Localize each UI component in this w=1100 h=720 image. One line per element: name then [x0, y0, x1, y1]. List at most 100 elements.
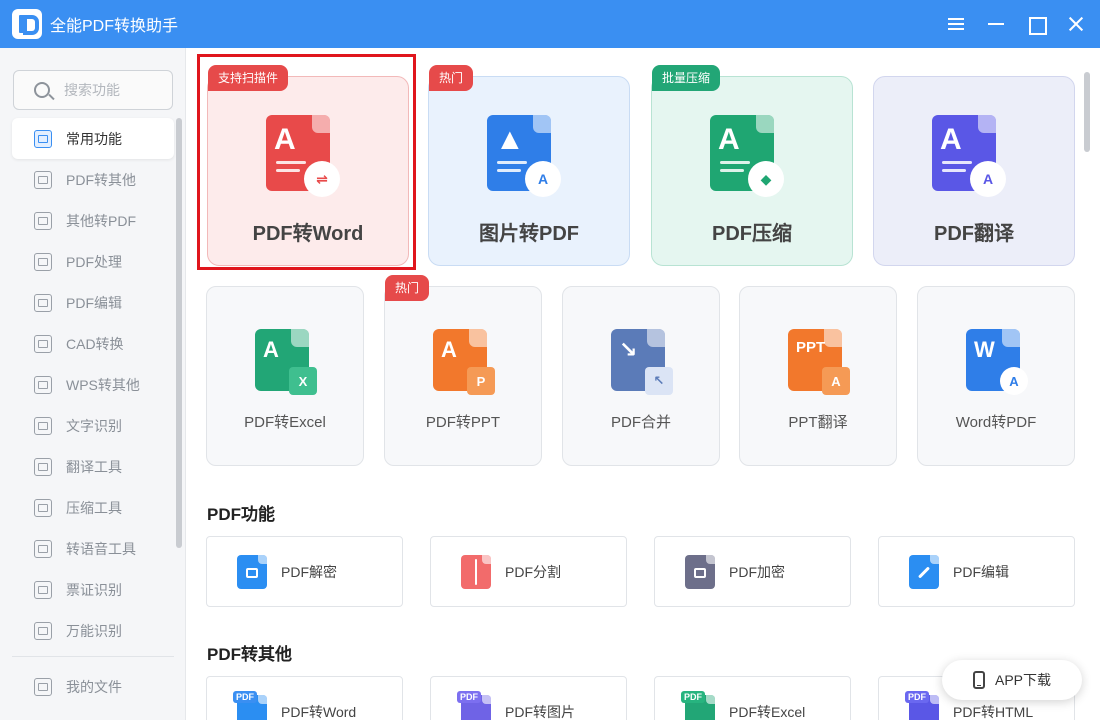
pdf-to-excel-icon: A X	[255, 329, 317, 395]
sidebar-item-label: 文字识别	[66, 417, 122, 434]
tool-pdf-split[interactable]: PDF分割	[430, 536, 627, 607]
sidebar-item-label: 万能识别	[66, 622, 122, 639]
tool-pdf-to-excel[interactable]: PDF PDF转Excel	[654, 676, 851, 720]
sidebar-item-universal-ocr[interactable]: 万能识别	[12, 610, 174, 651]
pdf-convert-icon	[34, 170, 52, 189]
badge-hot: 热门	[385, 275, 430, 301]
card-pdf-to-ppt[interactable]: 热门 A P PDF转PPT	[384, 275, 542, 466]
card-ppt-translate[interactable]: PPT A PPT翻译	[739, 286, 897, 466]
tool-label: PDF转Excel	[729, 703, 806, 720]
sidebar-item-my-files[interactable]: 我的文件	[12, 666, 174, 707]
card-pdf-translate[interactable]: A A PDF翻译	[873, 76, 1075, 266]
sidebar-item-tts[interactable]: 转语音工具	[12, 528, 174, 569]
tool-pdf-to-word[interactable]: PDF PDF转Word	[206, 676, 403, 720]
translate-icon	[34, 457, 52, 476]
grid-icon	[34, 129, 52, 148]
doc-shape: ▲ A	[487, 115, 561, 197]
sidebar-item-label: 我的文件	[66, 678, 122, 695]
pdf-image-icon: PDF	[457, 690, 491, 720]
tool-label: PDF解密	[281, 563, 337, 580]
image-to-pdf-icon: ▲ A	[487, 115, 561, 197]
card-label: PDF翻译	[934, 223, 1014, 245]
sidebar-item-pdf-to-other[interactable]: PDF转其他	[12, 159, 174, 200]
sidebar-item-translate[interactable]: 翻译工具	[12, 446, 174, 487]
folder-icon	[34, 677, 52, 696]
tool-label: PDF转Word	[281, 703, 357, 720]
main-scrollbar[interactable]	[1084, 72, 1090, 152]
search-box[interactable]	[13, 70, 173, 110]
window-controls	[946, 0, 1086, 48]
sidebar-item-compress[interactable]: 压缩工具	[12, 487, 174, 528]
sidebar-item-label: PDF转其他	[66, 171, 136, 188]
zip-icon	[34, 498, 52, 517]
sidebar-item-pdf-process[interactable]: PDF处理	[12, 241, 174, 282]
doc-shape: A A	[932, 115, 1006, 197]
tool-pdf-decrypt[interactable]: PDF解密	[206, 536, 403, 607]
sidebar-item-label: 压缩工具	[66, 499, 122, 516]
pdf-merge-icon: ↘ ↖	[611, 329, 673, 395]
card-label: PPT翻译	[788, 414, 848, 431]
card-pdf-merge[interactable]: ↘ ↖ PDF合并	[562, 286, 720, 466]
ppt-translate-icon: PPT A	[788, 329, 850, 395]
sidebar-item-label: PDF处理	[66, 253, 122, 270]
doc-shape: A ◆	[710, 115, 784, 197]
sidebar-item-pdf-edit[interactable]: PDF编辑	[12, 282, 174, 323]
card-label: 图片转PDF	[479, 223, 579, 245]
maximize-icon[interactable]	[1026, 14, 1047, 35]
minimize-icon[interactable]	[986, 14, 1006, 34]
text-ocr-icon	[34, 416, 52, 435]
sidebar-item-common[interactable]: 常用功能	[12, 118, 174, 159]
sidebar-nav: 常用功能 PDF转其他 其他转PDF PDF处理 PDF编辑 CAD转换 WPS…	[12, 118, 174, 651]
card-pdf-compress[interactable]: 批量压缩 A ◆ PDF压缩	[651, 65, 853, 266]
search-icon	[34, 82, 50, 98]
close-icon[interactable]	[1066, 14, 1086, 34]
sidebar-my-files: 我的文件	[12, 666, 174, 707]
tool-pdf-to-image[interactable]: PDF PDF转图片	[430, 676, 627, 720]
doc-shape: W A	[966, 329, 1028, 395]
search-input[interactable]	[64, 82, 164, 98]
sidebar-item-label: PDF编辑	[66, 294, 122, 311]
pencil-icon	[909, 554, 939, 589]
unlock-icon	[237, 554, 267, 589]
pdf-excel-icon: PDF	[681, 690, 715, 720]
cad-icon	[34, 334, 52, 353]
tool-label: PDF加密	[729, 563, 785, 580]
pdf-html-icon: PDF	[905, 690, 939, 720]
sidebar-item-label: 常用功能	[66, 130, 122, 147]
sidebar-item-other-to-pdf[interactable]: 其他转PDF	[12, 200, 174, 241]
title-bar: 全能PDF转换助手	[0, 0, 1100, 48]
app-download-button[interactable]: APP下载	[942, 660, 1082, 700]
doc-shape: PPT A	[788, 329, 850, 395]
card-label: PDF合并	[610, 414, 671, 431]
wps-icon	[34, 375, 52, 394]
sidebar-item-wps[interactable]: WPS转其他	[12, 364, 174, 405]
pdf-process-icon	[34, 252, 52, 271]
sidebar-item-ocr[interactable]: 文字识别	[12, 405, 174, 446]
pdf-to-ppt-icon: A P	[433, 329, 495, 395]
phone-icon	[972, 671, 985, 689]
app-title: 全能PDF转换助手	[50, 18, 179, 35]
pdf-edit-icon	[34, 293, 52, 312]
sidebar-item-ticket-ocr[interactable]: 票证识别	[12, 569, 174, 610]
sidebar-item-label: 其他转PDF	[66, 212, 136, 229]
tool-pdf-edit[interactable]: PDF编辑	[878, 536, 1075, 607]
badge-hot: 热门	[429, 65, 474, 91]
ticket-icon	[34, 580, 52, 599]
sidebar-item-label: 转语音工具	[66, 540, 136, 557]
menu-icon[interactable]	[946, 14, 966, 34]
pdf-compress-icon: A ◆	[710, 115, 784, 197]
sidebar-item-cad[interactable]: CAD转换	[12, 323, 174, 364]
main-content: 支持扫描件 A ⇌ PDF转Word 热门 ▲ A 图片转PDF 批量压缩 A …	[187, 48, 1100, 720]
card-pdf-to-excel[interactable]: A X PDF转Excel	[206, 286, 364, 466]
card-image-to-pdf[interactable]: 热门 ▲ A 图片转PDF	[428, 65, 630, 266]
sidebar-item-label: 翻译工具	[66, 458, 122, 475]
sidebar-item-label: WPS转其他	[66, 376, 140, 393]
card-label: PDF压缩	[712, 223, 792, 245]
badge-batch-compress: 批量压缩	[652, 65, 721, 91]
sidebar-scrollbar[interactable]	[176, 118, 182, 548]
card-label: PDF转PPT	[425, 414, 501, 431]
tool-pdf-encrypt[interactable]: PDF加密	[654, 536, 851, 607]
app-logo-icon	[12, 9, 42, 39]
tool-label: PDF分割	[505, 563, 561, 580]
card-word-to-pdf[interactable]: W A Word转PDF	[917, 286, 1075, 466]
